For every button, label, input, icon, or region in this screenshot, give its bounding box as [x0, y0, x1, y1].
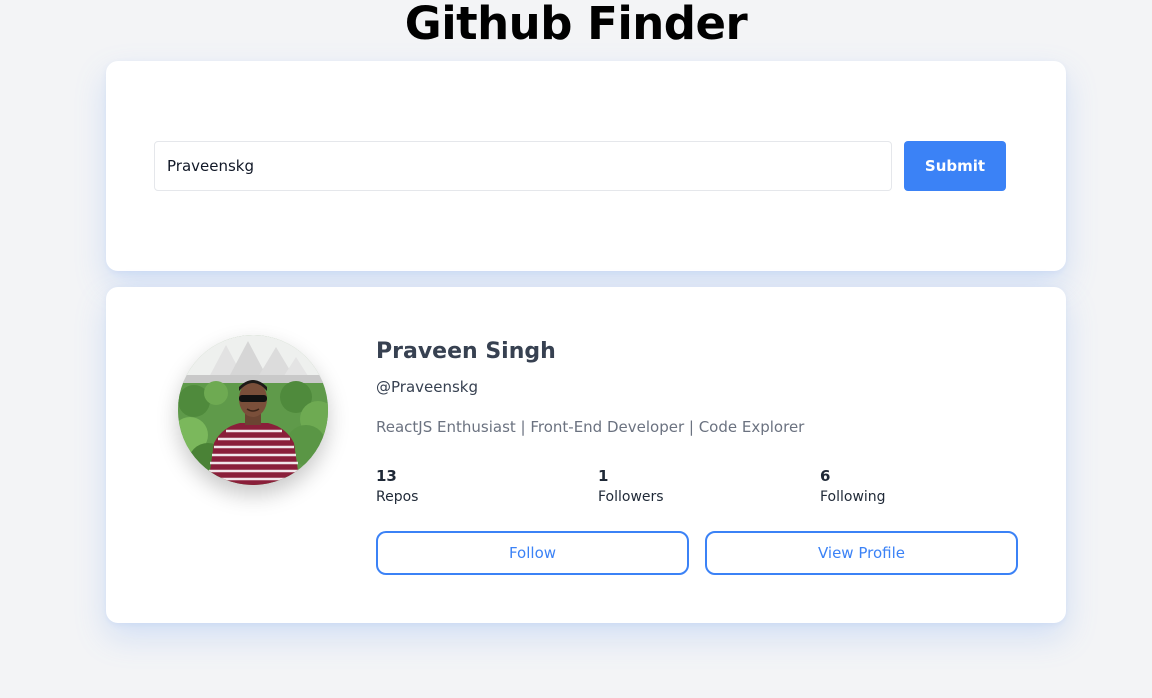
page-title: Github Finder — [404, 0, 748, 50]
search-input[interactable] — [154, 141, 892, 191]
stat-followers: 1 Followers — [598, 466, 798, 508]
profile-name: Praveen Singh — [376, 339, 556, 364]
avatar — [178, 335, 328, 485]
profile-login: @Praveenskg — [376, 378, 479, 396]
stat-following-value: 6 — [820, 467, 831, 485]
avatar-photo — [178, 335, 328, 485]
stat-followers-value: 1 — [598, 467, 609, 485]
stat-following-label: Following — [820, 489, 886, 505]
search-card: Submit — [106, 61, 1066, 271]
profile-card: Praveen Singh @Praveenskg ReactJS Enthus… — [106, 287, 1066, 623]
stat-repos-label: Repos — [376, 489, 419, 505]
follow-button[interactable]: Follow — [376, 531, 689, 575]
stat-repos-value: 13 — [376, 467, 397, 485]
submit-button[interactable]: Submit — [904, 141, 1006, 191]
stat-following: 6 Following — [820, 466, 1020, 508]
stat-repos: 13 Repos — [376, 466, 576, 508]
view-profile-button[interactable]: View Profile — [705, 531, 1018, 575]
profile-bio: ReactJS Enthusiast | Front-End Developer… — [376, 418, 805, 436]
stat-followers-label: Followers — [598, 489, 664, 505]
